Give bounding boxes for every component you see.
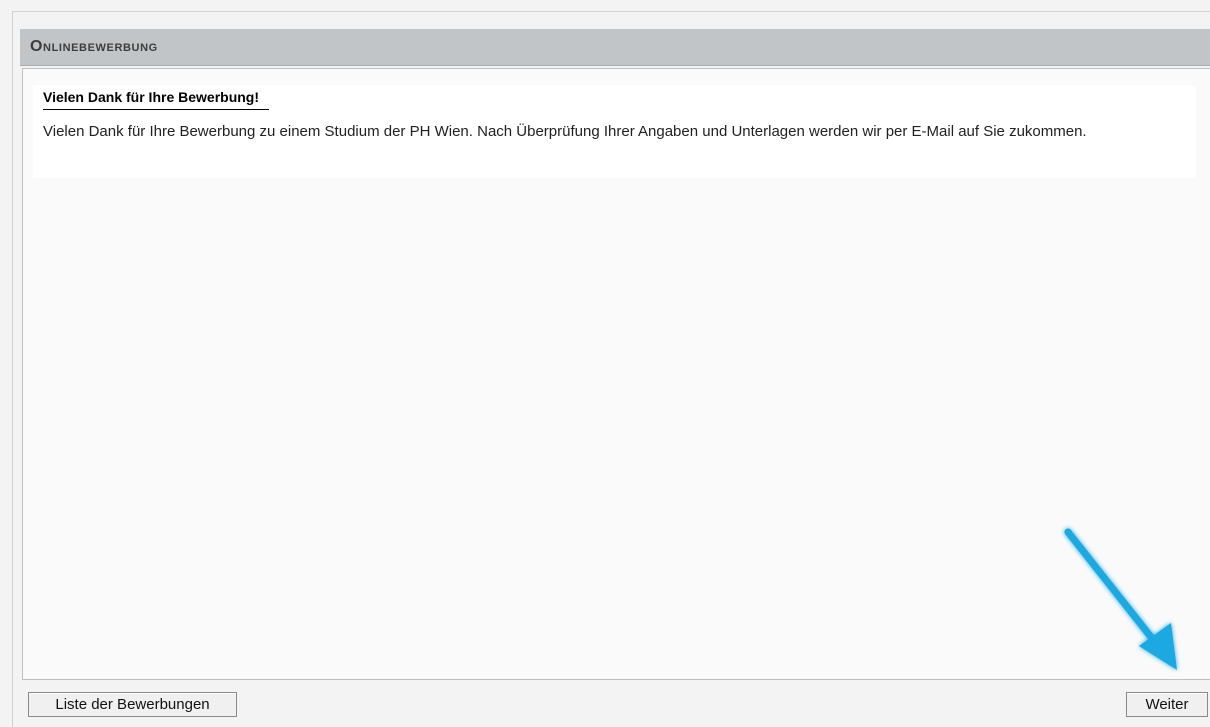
message-body: Vielen Dank für Ihre Bewerbung zu einem …: [43, 123, 1087, 140]
section-header: Onlinebewerbung: [20, 29, 1210, 66]
confirmation-message: Vielen Dank für Ihre Bewerbung! Vielen D…: [33, 85, 1196, 178]
content-panel: Vielen Dank für Ihre Bewerbung! Vielen D…: [22, 68, 1210, 680]
list-applications-button[interactable]: Liste der Bewerbungen: [28, 692, 237, 717]
next-button[interactable]: Weiter: [1126, 692, 1208, 717]
page-title: Onlinebewerbung: [30, 38, 158, 55]
message-heading: Vielen Dank für Ihre Bewerbung!: [43, 89, 270, 110]
